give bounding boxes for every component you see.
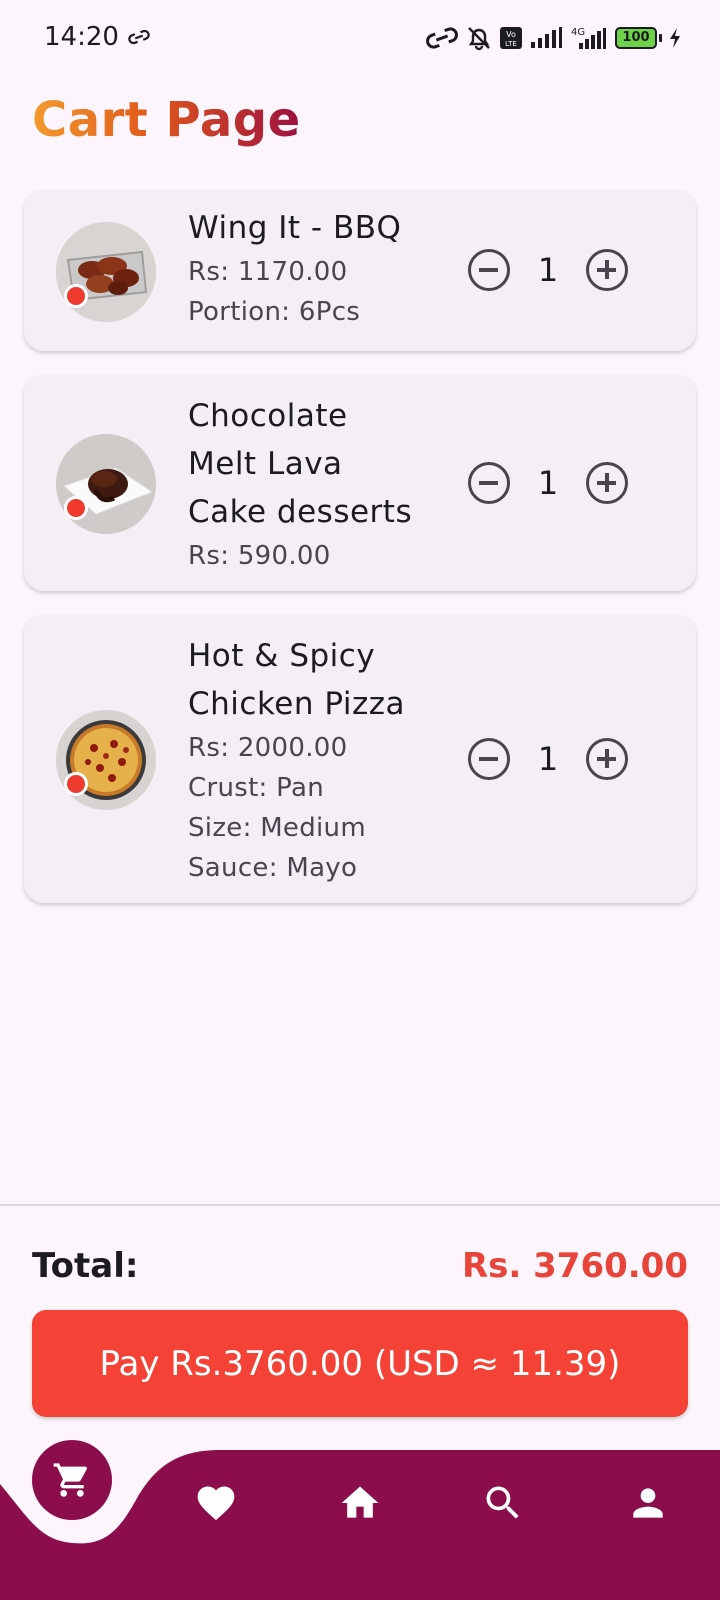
person-icon — [633, 1488, 663, 1518]
link-icon — [426, 27, 458, 49]
signal-4g-icon: 4G — [571, 27, 606, 49]
item-portion: Portion: 6Pcs — [188, 297, 361, 327]
quantity-value: 1 — [537, 464, 559, 502]
pay-button[interactable]: Pay Rs.3760.00 (USD ≈ 11.39) — [32, 1310, 688, 1417]
cart-item-card: Wing It - BBQ Rs: 1170.00 Portion: 6Pcs … — [24, 190, 696, 351]
decrease-quantity-button[interactable] — [468, 462, 510, 504]
quantity-value: 1 — [537, 251, 559, 289]
volte-icon: VoLTE — [500, 27, 522, 49]
cart-icon — [53, 1463, 88, 1497]
increase-quantity-button[interactable] — [586, 738, 628, 780]
heart-icon — [197, 1486, 235, 1521]
quantity-stepper: 1 — [468, 248, 628, 292]
svg-text:LTE: LTE — [505, 40, 517, 48]
item-info: Wing It - BBQ Rs: 1170.00 Portion: 6Pcs — [188, 204, 401, 332]
footer-divider — [0, 1204, 720, 1206]
total-value: Rs. 3760.00 — [461, 1246, 688, 1286]
nav-favorites-button[interactable] — [191, 1478, 241, 1528]
battery-level: 100 — [615, 27, 657, 49]
page-title: Cart Page — [32, 92, 301, 148]
nav-home-button[interactable] — [335, 1478, 385, 1528]
item-sauce: Sauce: Mayo — [188, 853, 358, 883]
item-price: Rs: 590.00 — [188, 541, 331, 571]
item-price: Rs: 2000.00 — [188, 733, 348, 763]
item-name-line: Chocolate — [188, 398, 348, 434]
svg-text:Vo: Vo — [506, 30, 516, 39]
status-icons: Vo LTE 4G 100 — [425, 24, 682, 52]
non-veg-indicator — [64, 284, 88, 308]
item-info: Chocolate Melt Lava Cake desserts Rs: 59… — [188, 392, 412, 576]
bell-off-icon — [468, 27, 490, 51]
non-veg-indicator — [64, 772, 88, 796]
search-icon — [486, 1486, 519, 1519]
home-icon — [341, 1486, 379, 1518]
increase-quantity-button[interactable] — [586, 249, 628, 291]
nav-search-button[interactable] — [478, 1478, 528, 1528]
item-size: Size: Medium — [188, 813, 366, 843]
item-name-line: Cake desserts — [188, 494, 413, 530]
link-icon — [128, 29, 150, 49]
item-name: Wing It - BBQ — [188, 210, 402, 246]
item-name-line: Melt Lava — [188, 446, 343, 482]
svg-text:4G: 4G — [571, 27, 585, 38]
quantity-stepper: 1 — [468, 737, 628, 781]
item-crust: Crust: Pan — [188, 773, 325, 803]
item-name-line: Hot & Spicy — [188, 638, 376, 674]
total-label: Total: — [32, 1246, 139, 1286]
charging-icon — [670, 28, 680, 48]
status-bar: 14:20 Vo LTE 4G 100 — [0, 0, 720, 78]
quantity-stepper: 1 — [468, 461, 628, 505]
quantity-value: 1 — [537, 740, 559, 778]
decrease-quantity-button[interactable] — [468, 249, 510, 291]
signal-icon — [531, 27, 562, 48]
item-price: Rs: 1170.00 — [188, 257, 348, 287]
nav-cart-button[interactable] — [32, 1440, 112, 1520]
cart-item-card: Chocolate Melt Lava Cake desserts Rs: 59… — [24, 375, 696, 591]
increase-quantity-button[interactable] — [586, 462, 628, 504]
battery-icon: 100 — [615, 27, 662, 49]
nav-profile-button[interactable] — [623, 1478, 673, 1528]
item-name-line: Chicken Pizza — [188, 686, 406, 722]
non-veg-indicator — [64, 496, 88, 520]
item-info: Hot & Spicy Chicken Pizza Rs: 2000.00 Cr… — [188, 632, 405, 888]
decrease-quantity-button[interactable] — [468, 738, 510, 780]
cart-item-card: Hot & Spicy Chicken Pizza Rs: 2000.00 Cr… — [24, 615, 696, 903]
status-time: 14:20 — [44, 22, 119, 52]
